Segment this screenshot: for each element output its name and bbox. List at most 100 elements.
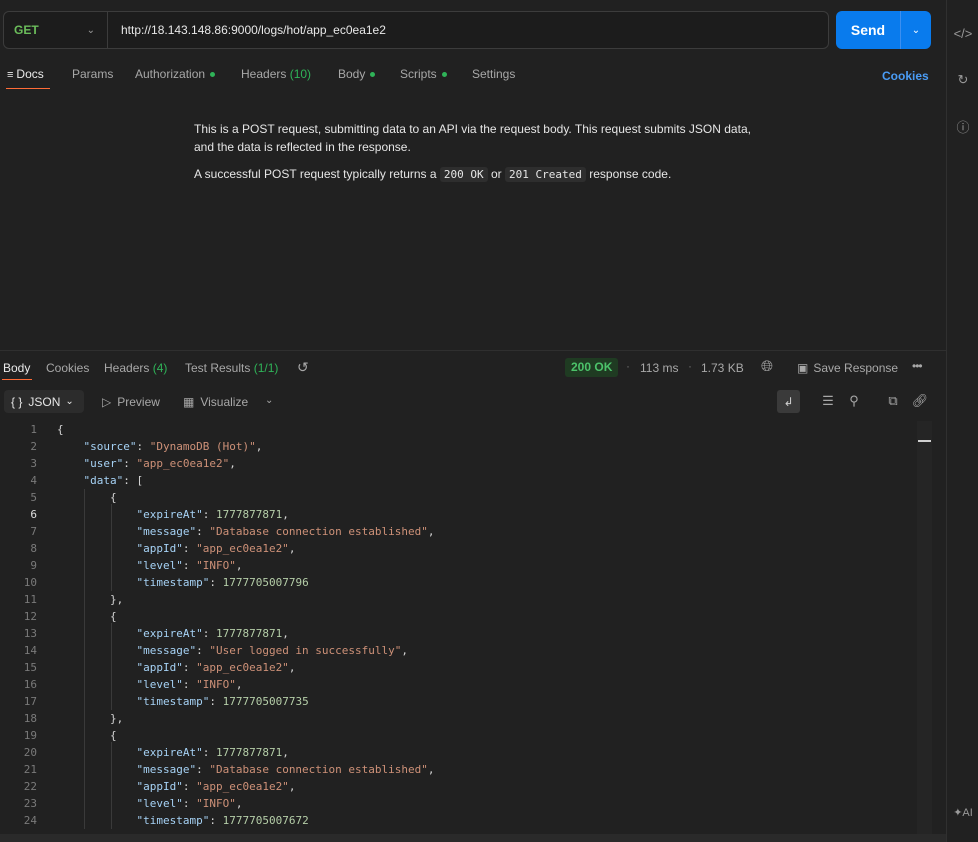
tab-body[interactable]: Body — [338, 67, 376, 81]
code-line: 6 "expireAt": 1777877871, — [0, 506, 910, 523]
tab-authorization[interactable]: Authorization — [135, 67, 216, 81]
scroll-thumb[interactable] — [918, 440, 931, 442]
line-number: 24 — [23, 814, 37, 827]
copy-icon[interactable]: ⧉ — [882, 393, 904, 409]
filter-icon[interactable]: ☰ — [817, 393, 839, 409]
line-number: 3 — [30, 457, 37, 470]
indent-guide — [84, 489, 85, 829]
code-line: 17 "timestamp": 1777705007735 — [0, 693, 910, 710]
url-input[interactable] — [108, 12, 828, 48]
save-icon: ▣ — [797, 361, 809, 375]
line-number: 6 — [30, 508, 37, 521]
tab-headers[interactable]: Headers (10) — [241, 67, 311, 81]
request-url-bar: GET ⌄ — [3, 11, 829, 49]
code-text: "timestamp": 1777705007735 — [136, 695, 309, 708]
status-dot — [370, 72, 376, 78]
code-line: 10 "timestamp": 1777705007796 — [0, 574, 910, 591]
line-number: 13 — [23, 627, 37, 640]
status-badge[interactable]: 200 OK — [565, 358, 619, 377]
tab-params[interactable]: Params — [72, 67, 113, 81]
more-icon[interactable]: ••• — [912, 359, 923, 373]
code-line: 8 "appId": "app_ec0ea1e2", — [0, 540, 910, 557]
search-icon[interactable]: ⚲ — [843, 393, 865, 409]
line-number: 11 — [23, 593, 37, 606]
tab-test-results[interactable]: Test Results (1/1) — [185, 361, 278, 375]
response-body-editor[interactable]: 1{2 "source": "DynamoDB (Hot)", 3 "user":… — [0, 421, 932, 834]
chevron-down-icon: ⌄ — [65, 396, 74, 407]
line-number: 14 — [23, 644, 37, 657]
line-number: 15 — [23, 661, 37, 674]
request-tabs: ≡ Docs Params Authorization Headers (10) … — [0, 60, 946, 90]
code-text: "data": [ — [83, 474, 144, 487]
code-icon[interactable]: </> — [947, 26, 978, 41]
code-line: 15 "appId": "app_ec0ea1e2", — [0, 659, 910, 676]
indent-guide — [111, 623, 112, 710]
docs-icon: ≡ — [7, 69, 14, 81]
tab-response-body[interactable]: Body — [3, 361, 30, 375]
format-selector[interactable]: { } JSON ⌄ — [4, 390, 84, 413]
code-line: 9 "level": "INFO", — [0, 557, 910, 574]
code-text: }, — [57, 593, 124, 606]
code-text: "timestamp": 1777705007672 — [136, 814, 309, 827]
method-selector[interactable]: GET ⌄ — [4, 12, 108, 48]
ai-icon[interactable]: ✦AI — [947, 806, 978, 819]
line-number: 9 — [30, 559, 37, 572]
tab-settings[interactable]: Settings — [472, 67, 515, 81]
save-response-button[interactable]: ▣ Save Response — [797, 361, 898, 375]
scrollbar[interactable] — [917, 421, 932, 834]
code-text: "appId": "app_ec0ea1e2", — [136, 542, 296, 555]
code-snippet: 201 Created — [505, 167, 586, 182]
code-text: "message": "Database connection establis… — [136, 763, 435, 776]
code-line: 14 "message": "User logged in successful… — [0, 642, 910, 659]
visualize-button[interactable]: ▦ Visualize — [183, 395, 248, 409]
code-line: 16 "level": "INFO", — [0, 676, 910, 693]
info-icon[interactable]: ⓘ — [947, 117, 978, 136]
code-line: 13 "expireAt": 1777877871, — [0, 625, 910, 642]
code-line: 3 "user": "app_ec0ea1e2", — [0, 455, 910, 472]
code-text: "message": "Database connection establis… — [136, 525, 435, 538]
send-options-chevron-icon[interactable]: ⌄ — [900, 11, 931, 49]
history-icon[interactable]: ↺ — [297, 359, 309, 376]
line-number: 21 — [23, 763, 37, 776]
tab-scripts[interactable]: Scripts — [400, 67, 447, 81]
wrap-icon[interactable]: ↲ — [777, 390, 800, 413]
active-tab-indicator — [2, 379, 32, 380]
send-button[interactable]: Send — [836, 11, 900, 49]
braces-icon: { } — [11, 394, 23, 409]
code-line: 20 "expireAt": 1777877871, — [0, 744, 910, 761]
tab-response-headers[interactable]: Headers (4) — [104, 361, 167, 375]
tab-docs[interactable]: ≡ Docs — [7, 67, 44, 81]
code-line: 1{ — [0, 421, 910, 438]
docs-paragraph: This is a POST request, submitting data … — [194, 122, 751, 154]
link-icon[interactable]: 🔗︎ — [909, 393, 931, 409]
line-number: 8 — [30, 542, 37, 555]
response-size[interactable]: 1.73 KB — [701, 361, 744, 375]
preview-button[interactable]: ▷ Preview — [102, 395, 160, 409]
separator-dot: · — [626, 359, 630, 373]
code-text: "user": "app_ec0ea1e2", — [83, 457, 236, 470]
line-number: 5 — [30, 491, 37, 504]
code-line: 22 "appId": "app_ec0ea1e2", — [0, 778, 910, 795]
line-number: 23 — [23, 797, 37, 810]
tab-response-cookies[interactable]: Cookies — [46, 361, 89, 375]
code-line: 18 }, — [0, 710, 910, 727]
line-number: 7 — [30, 525, 37, 538]
response-time[interactable]: 113 ms — [640, 361, 678, 375]
chevron-down-icon[interactable]: ⌄ — [265, 395, 273, 406]
line-number: 1 — [30, 423, 37, 436]
history-icon[interactable]: ↻ — [947, 72, 978, 88]
chevron-down-icon: ⌄ — [86, 24, 95, 36]
globe-icon[interactable]: 🌐︎ — [761, 358, 773, 375]
line-number: 20 — [23, 746, 37, 759]
status-dot — [210, 72, 216, 78]
code-text: "appId": "app_ec0ea1e2", — [136, 661, 296, 674]
code-line: 23 "level": "INFO", — [0, 795, 910, 812]
pane-divider[interactable] — [0, 350, 946, 351]
code-text: "source": "DynamoDB (Hot)", — [83, 440, 263, 453]
cookies-link[interactable]: Cookies — [882, 69, 929, 83]
code-line: 21 "message": "Database connection estab… — [0, 761, 910, 778]
code-text: { — [57, 423, 64, 436]
code-text: "appId": "app_ec0ea1e2", — [136, 780, 296, 793]
separator-dot: · — [688, 359, 692, 373]
code-line: 7 "message": "Database connection establ… — [0, 523, 910, 540]
